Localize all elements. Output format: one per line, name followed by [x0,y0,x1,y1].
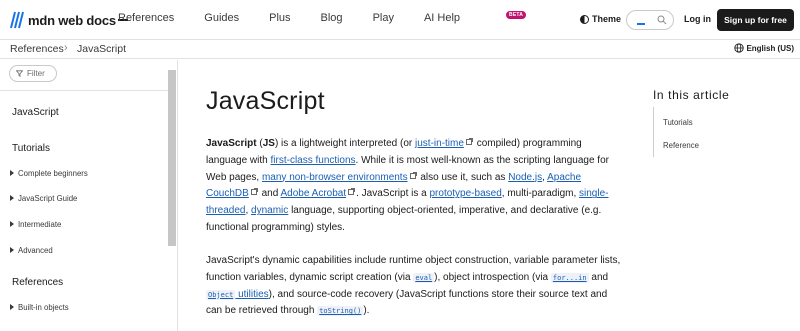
term-javascript: JavaScript [206,138,257,149]
toc-item-tutorials[interactable]: Tutorials [663,118,693,127]
expand-triangle-icon [10,170,14,176]
expand-triangle-icon [10,195,14,201]
code-link-for-in[interactable]: for...in [550,272,589,283]
breadcrumb-references[interactable]: References [10,43,64,55]
expand-triangle-icon [10,304,14,310]
sidebar-item-intermediate[interactable]: Intermediate [10,220,61,229]
logo-text: mdn web docs [28,12,116,28]
search-input[interactable] [626,10,674,30]
text: and [258,188,281,200]
main-nav: References Guides Plus Blog Play AI Help… [118,11,570,24]
nav-ai-help-label: AI Help [423,12,461,24]
breadcrumb-separator: › [64,42,68,54]
toc-divider [653,107,654,157]
external-link-icon [250,188,258,196]
theme-icon [580,14,589,24]
text: and [588,271,609,283]
filter-input[interactable]: Filter [9,65,57,82]
nav-guides[interactable]: Guides [204,12,239,24]
link-just-in-time[interactable]: just-in-time [415,138,464,149]
expand-triangle-icon [10,247,14,253]
globe-icon [734,43,745,53]
breadcrumb-javascript[interactable]: JavaScript [77,43,126,55]
page-title: JavaScript [206,87,325,115]
text: . JavaScript is a [356,188,430,200]
nav-plus[interactable]: Plus [269,12,290,24]
sidebar-item-label: JavaScript Guide [18,194,78,203]
link-dynamic[interactable]: dynamic [251,205,288,216]
link-first-class-functions[interactable]: first-class functions [271,155,356,166]
link-prototype-based[interactable]: prototype-based [429,188,501,199]
search-cursor [637,23,645,25]
sidebar-item-label: Built-in objects [18,303,69,312]
filter-icon [16,70,23,77]
text: also use it, such as [417,171,509,183]
language-selector[interactable]: English (US) [734,43,794,53]
nav-blog[interactable]: Blog [321,12,343,24]
sidebar-section-javascript[interactable]: JavaScript [12,107,59,118]
sidebar-item-label: Complete beginners [18,169,88,178]
theme-label: Theme [592,14,622,24]
sidebar-divider [0,90,168,91]
code-link-object[interactable]: Object [206,289,236,300]
link-non-browser-environments[interactable]: many non-browser environments [262,172,408,183]
language-label: English (US) [746,43,794,53]
sidebar-item-advanced[interactable]: Advanced [10,246,53,255]
link-utilities[interactable]: utilities [235,289,269,300]
sidebar-item-built-in-objects[interactable]: Built-in objects [10,303,69,312]
theme-toggle[interactable]: Theme [580,14,621,24]
code-link-eval[interactable]: eval [413,272,435,283]
mdn-logo[interactable]: mdn web docs [10,11,128,29]
text: ) is a lightweight interpreted (or [274,138,416,149]
intro-paragraph: JavaScript (JS) is a lightweight interpr… [206,136,624,237]
toc-title: In this article [653,88,730,102]
text: ). [363,305,370,317]
sidebar-item-label: Advanced [18,246,53,255]
filter-placeholder: Filter [27,69,45,78]
sidebar-section-references: References [12,277,64,288]
signup-button[interactable]: Sign up for free [717,9,794,31]
term-js: JS [262,138,275,149]
sidebar-item-complete-beginners[interactable]: Complete beginners [10,169,88,178]
text: , multi-paradigm, [501,188,580,200]
link-nodejs[interactable]: Node.js [508,172,542,183]
breadcrumb: References › JavaScript English (US) [0,40,800,59]
top-nav: mdn web docs References Guides Plus Blog… [0,0,800,40]
search-icon [657,15,667,25]
text: ), object introspection (via [434,271,551,283]
link-adobe-acrobat[interactable]: Adobe Acrobat [281,188,347,199]
expand-triangle-icon [10,221,14,227]
beta-badge: BETA [506,11,527,19]
code-link-tostring[interactable]: toString() [317,306,364,317]
external-link-icon [409,171,417,179]
dynamic-capabilities-paragraph: JavaScript's dynamic capabilities includ… [206,253,624,320]
external-link-icon [348,188,356,196]
toc-item-reference[interactable]: Reference [663,141,699,150]
login-link[interactable]: Log in [684,14,711,24]
nav-play[interactable]: Play [373,12,394,24]
sidebar-item-javascript-guide[interactable]: JavaScript Guide [10,194,77,203]
nav-ai-help[interactable]: AI Help BETA [423,11,540,24]
mdn-logo-icon [10,11,24,29]
external-link-icon [465,138,473,145]
sidebar-scrollbar[interactable] [168,70,176,246]
sidebar-item-label: Intermediate [18,220,62,229]
sidebar: Filter JavaScript Tutorials Complete beg… [0,60,178,331]
nav-references[interactable]: References [118,12,174,24]
sidebar-section-tutorials: Tutorials [12,143,50,154]
